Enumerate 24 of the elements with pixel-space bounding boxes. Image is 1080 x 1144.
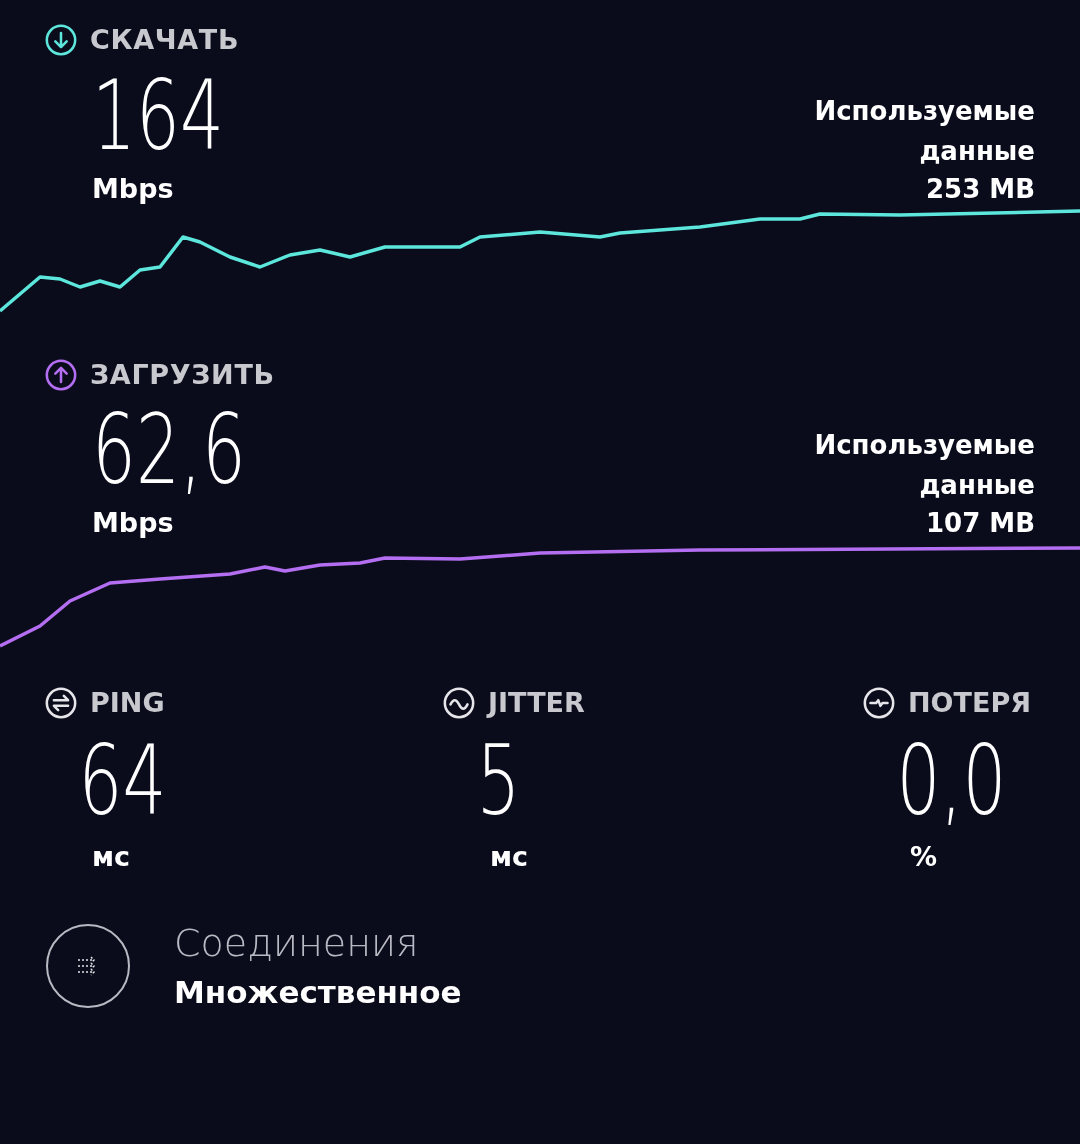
stat-value: 5: [475, 723, 521, 839]
data-used-value: 107 MB: [926, 507, 1035, 540]
exchange-arrows-icon: [44, 686, 78, 721]
connections-label: Соединения: [174, 919, 420, 967]
stat-label: PING: [90, 686, 165, 720]
stat-unit: %: [909, 839, 939, 874]
speed-unit: Mbps: [92, 171, 175, 206]
wave-icon: [442, 686, 476, 721]
test-label: ЗАГРУЗИТЬ: [90, 357, 275, 392]
stat-unit: мс: [91, 839, 132, 874]
speed-value: 62,6: [92, 395, 246, 505]
data-used-label: Используемые данные: [814, 429, 1035, 502]
stat-value: 0,0: [895, 723, 1007, 839]
speed-value: 164: [92, 60, 224, 171]
speed-unit: Mbps: [92, 506, 175, 540]
stat-label: ПОТЕРЯ: [908, 686, 1031, 720]
connections-button[interactable]: [46, 923, 130, 1008]
data-used-label: Используемые данные: [814, 94, 1035, 168]
stat-value: 64: [77, 723, 167, 839]
test-label: СКАЧАТЬ: [90, 23, 240, 57]
data-used-value: 253 MB: [926, 172, 1035, 206]
connections-value: Множественное: [174, 972, 462, 1012]
stat-unit: мс: [489, 839, 530, 874]
stat-label: JITTER: [488, 686, 585, 720]
